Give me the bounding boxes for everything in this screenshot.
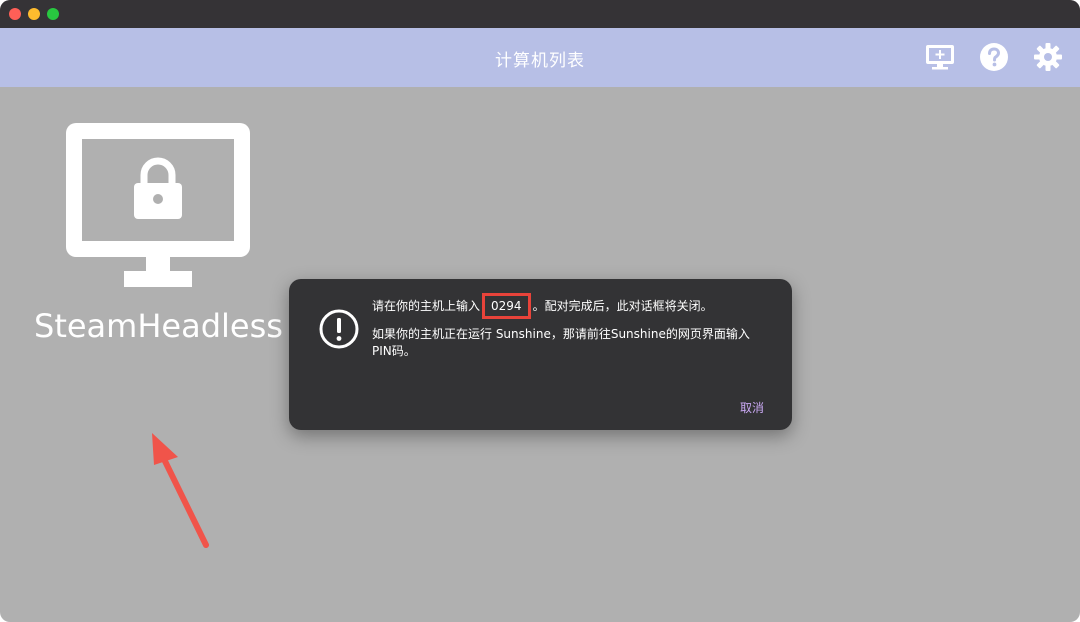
computer-name: SteamHeadless [34, 307, 283, 345]
minimize-window-button[interactable] [28, 8, 40, 20]
app-header: 计算机列表 [0, 28, 1080, 87]
pin-code: 0294 [482, 293, 531, 319]
pairing-dialog: 请在你的主机上输入 0294 。配对完成后，此对话框将关闭。 如果你的主机正在运行 … [289, 279, 792, 430]
pairing-instruction: 请在你的主机上输入 0294 。配对完成后，此对话框将关闭。 [372, 293, 772, 319]
help-button[interactable] [978, 41, 1010, 73]
locked-monitor-icon [66, 123, 250, 287]
add-computer-icon [926, 45, 954, 70]
page-title: 计算机列表 [495, 51, 585, 71]
sunshine-instruction: 如果你的主机正在运行 Sunshine，那请前往Sunshine的网页界面输入P… [372, 327, 750, 358]
title-bar [0, 0, 1080, 28]
pairing-instruction-prefix: 请在你的主机上输入 [372, 299, 481, 313]
settings-gear-icon [1034, 43, 1062, 71]
close-window-button[interactable] [9, 8, 21, 20]
app-window: 计算机列表 SteamHeadless 请在你的主机上输入 0294 。配对完成… [0, 0, 1080, 622]
cancel-button[interactable]: 取消 [740, 399, 764, 416]
pairing-instruction-suffix: 。配对完成后，此对话框将关闭。 [532, 299, 713, 313]
help-icon [980, 43, 1008, 71]
settings-button[interactable] [1032, 41, 1064, 73]
computer-tile-steamheadless[interactable]: SteamHeadless [34, 123, 284, 353]
alert-icon [319, 309, 359, 349]
zoom-window-button[interactable] [47, 8, 59, 20]
annotation-arrow-icon [152, 433, 209, 548]
add-computer-button[interactable] [924, 41, 956, 73]
